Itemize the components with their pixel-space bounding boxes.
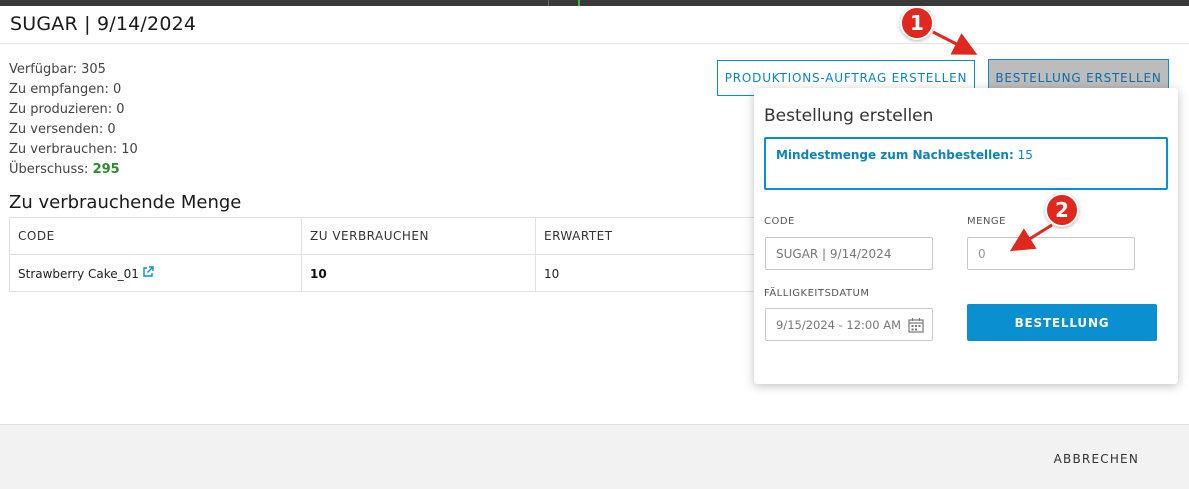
stat-to-receive: Zu empfangen: 0	[9, 82, 122, 97]
annotation-marker-1: 1	[900, 6, 934, 40]
stat-to-produce: Zu produzieren: 0	[9, 102, 125, 117]
column-header-to-consume[interactable]: ZU VERBRAUCHEN	[302, 218, 536, 254]
code-field[interactable]: SUGAR | 9/14/2024	[765, 237, 933, 270]
min-reorder-value: 15	[1017, 148, 1033, 162]
consumption-table: CODE ZU VERBRAUCHEN ERWARTET Strawberry …	[9, 217, 769, 292]
due-date-value: 9/15/2024 - 12:00 AM	[776, 317, 902, 332]
quantity-field-label: MENGE	[967, 216, 1006, 227]
stock-stats: Verfügbar: 305 Zu empfangen: 0 Zu produz…	[9, 60, 138, 180]
min-reorder-info: Mindestmenge zum Nachbestellen: 15	[764, 137, 1168, 190]
code-field-label: CODE	[764, 216, 795, 227]
stat-to-consume: Zu verbrauchen: 10	[9, 142, 138, 157]
title-divider	[0, 43, 1189, 44]
external-link-icon[interactable]	[142, 266, 154, 281]
top-bar-indicator	[578, 0, 580, 6]
calendar-icon[interactable]	[908, 317, 924, 336]
create-order-popover: Bestellung erstellen Mindestmenge zum Na…	[754, 88, 1178, 384]
min-reorder-label: Mindestmenge zum Nachbestellen:	[776, 148, 1014, 162]
top-bar	[0, 0, 1189, 6]
due-date-field-label: FÄLLIGKEITSDATUM	[764, 288, 870, 299]
stat-to-ship: Zu versenden: 0	[9, 122, 116, 137]
quantity-field[interactable]: 0	[967, 237, 1135, 270]
row-expected-cell: 10	[544, 266, 560, 281]
stat-surplus-value: 295	[92, 162, 120, 177]
stat-surplus-label: Überschuss:	[9, 162, 93, 177]
top-bar-divider	[548, 0, 549, 6]
modal-title: SUGAR | 9/14/2024	[10, 13, 197, 35]
arrow-1	[932, 30, 978, 55]
popover-title: Bestellung erstellen	[764, 106, 934, 126]
annotation-marker-2: 2	[1045, 193, 1079, 227]
stat-surplus: Überschuss: 295	[9, 160, 138, 180]
table-header: CODE ZU VERBRAUCHEN ERWARTET	[10, 218, 768, 255]
consumption-title: Zu verbrauchende Menge	[9, 192, 242, 213]
row-code-cell[interactable]: Strawberry Cake_01	[10, 255, 302, 292]
column-header-expected[interactable]: ERWARTET	[536, 218, 768, 254]
due-date-field[interactable]: 9/15/2024 - 12:00 AM	[765, 308, 933, 341]
stat-available: Verfügbar: 305	[9, 62, 106, 77]
submit-order-button[interactable]: BESTELLUNG	[967, 304, 1157, 341]
row-to-consume-cell: 10	[302, 255, 536, 292]
cancel-button[interactable]: ABBRECHEN	[1054, 452, 1139, 466]
column-header-code[interactable]: CODE	[10, 218, 302, 254]
table-row: Strawberry Cake_01 10 10	[10, 255, 768, 292]
modal-footer: ABBRECHEN	[0, 424, 1189, 489]
row-code-link[interactable]: Strawberry Cake_01	[18, 267, 139, 281]
